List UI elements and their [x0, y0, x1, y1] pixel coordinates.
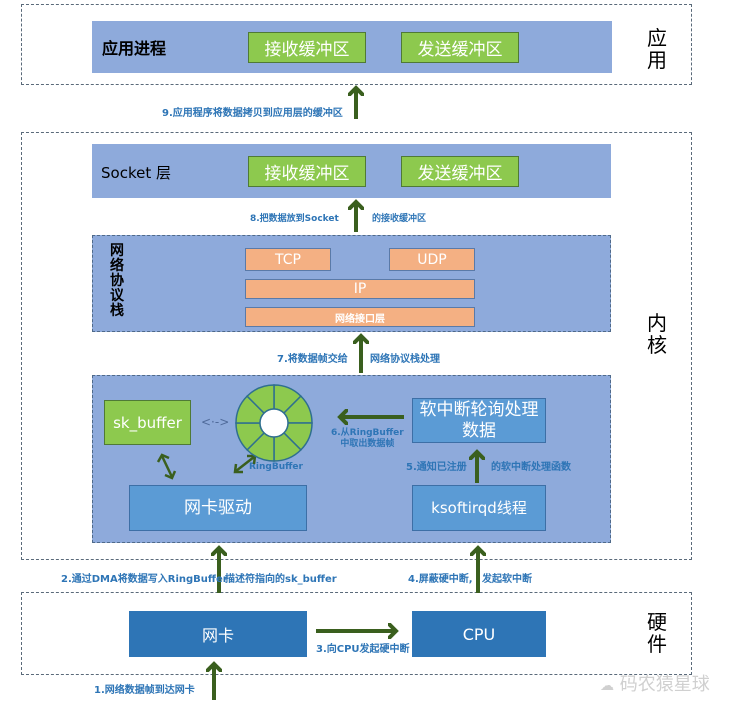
watermark: ☁ 码农猿星球: [600, 670, 710, 696]
step-1-label: 1.网络数据帧到达网卡: [94, 685, 195, 696]
step-2-label-right: 描述符指向的sk_buffer: [225, 574, 337, 585]
step-5-label-left: 5.通知已注册: [406, 462, 467, 473]
ringbuffer-icon: [235, 384, 313, 462]
step-8-label-left: 8.把数据放到Socket: [250, 214, 339, 224]
ringbuffer-driver-link: [233, 454, 257, 474]
sk-buffer-driver-link: [156, 453, 177, 480]
step-4-label-right: 发起软中断: [482, 574, 532, 585]
step-2-label-left: 2.通过DMA将数据写入RingBuffer: [61, 574, 228, 585]
step-5-label-right: 的软中断处理函数: [491, 462, 571, 473]
step-3-label: 3.向CPU发起硬中断: [316, 644, 410, 655]
step-9-label: 9.应用程序将数据拷贝到应用层的缓冲区: [162, 108, 343, 119]
wechat-icon: ☁: [600, 678, 614, 694]
step-6-line-1: 6.从RingBuffer: [331, 428, 404, 438]
ringbuffer-hub: [259, 408, 289, 438]
step-4-label-left: 4.屏蔽硬中断,: [408, 574, 473, 585]
step-6-label: 6.从RingBuffer 中取出数据帧: [331, 428, 404, 450]
watermark-text: 码农猿星球: [619, 674, 710, 695]
step-7-label-right: 网络协议栈处理: [370, 354, 440, 365]
step-6-line-2: 中取出数据帧: [340, 439, 395, 449]
step-7-label-left: 7.将数据帧交给: [277, 354, 348, 365]
step-8-label-right: 的接收缓冲区: [372, 214, 427, 224]
